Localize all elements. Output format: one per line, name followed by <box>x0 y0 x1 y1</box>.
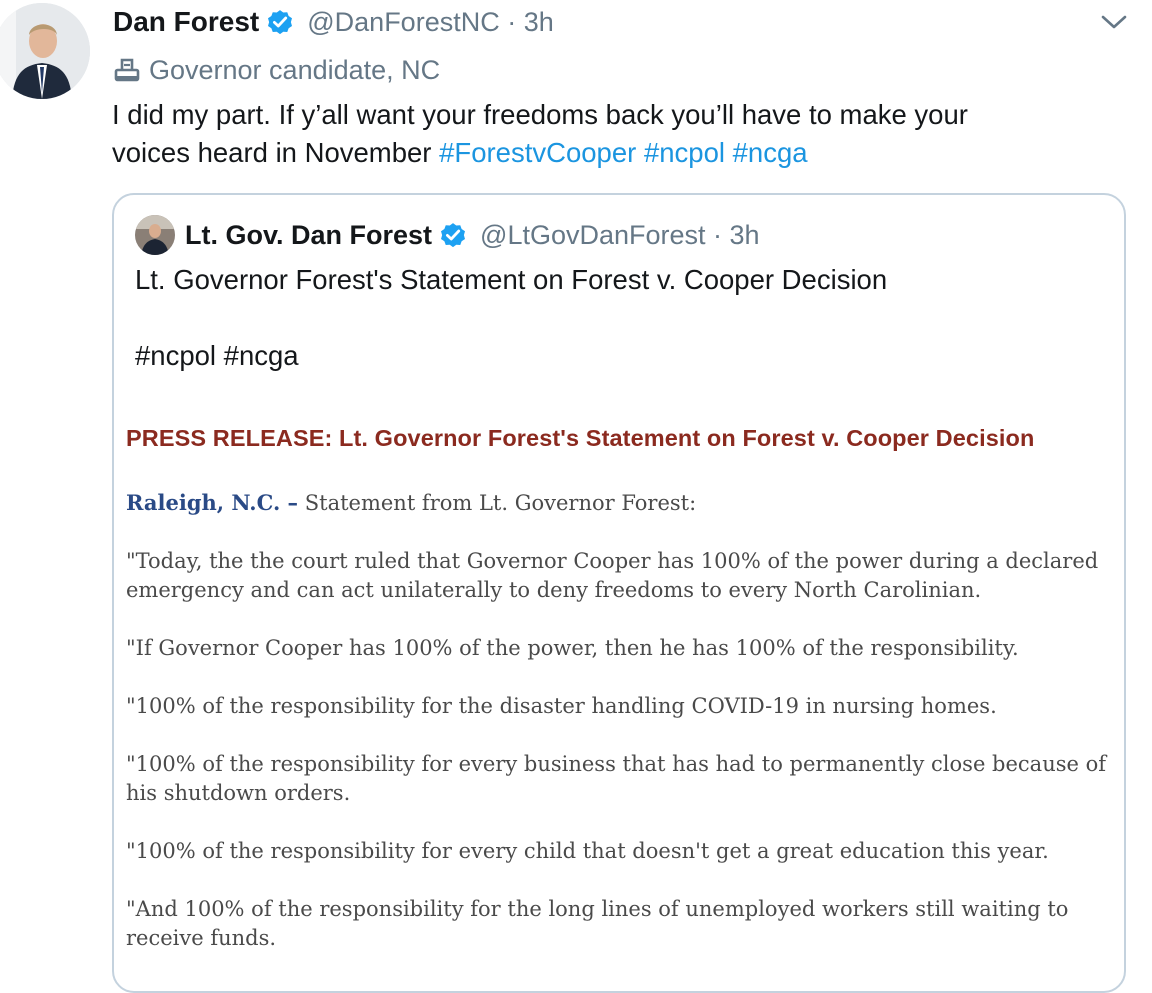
quoted-author-avatar[interactable] <box>135 215 175 255</box>
quoted-author-handle[interactable]: @LtGovDanForest · 3h <box>480 220 760 251</box>
press-release-paragraph: "And 100% of the responsibility for the … <box>126 897 1069 950</box>
author-handle[interactable]: @DanForestNC · 3h <box>307 7 553 38</box>
press-release-paragraph: "100% of the responsibility for every bu… <box>126 752 1107 805</box>
ballot-box-icon <box>113 56 141 84</box>
account-label[interactable]: Governor candidate, NC <box>113 51 440 89</box>
tweet-text: I did my part. If y’all want your freedo… <box>112 96 1122 172</box>
press-release-intro: Statement from Lt. Governor Forest: <box>298 491 697 515</box>
verified-badge-icon <box>265 7 295 37</box>
author-avatar[interactable] <box>0 3 90 99</box>
hashtag-link[interactable]: #ForestvCooper <box>439 137 636 168</box>
quoted-tweet-text: Lt. Governor Forest's Statement on Fores… <box>135 264 888 295</box>
tweet-text-line: I did my part. If y’all want your freedo… <box>112 99 968 130</box>
account-label-text: Governor candidate, NC <box>149 54 441 85</box>
press-release-dateline-line: Raleigh, N.C. – Statement from Lt. Gover… <box>126 488 1120 518</box>
tweet-text-segment: voices heard in November <box>112 137 440 168</box>
chevron-down-icon[interactable] <box>1098 8 1130 36</box>
hashtag-link[interactable]: #ncga <box>733 137 808 168</box>
quoted-author-name[interactable]: Lt. Gov. Dan Forest <box>185 220 432 251</box>
press-release-paragraph: "100% of the responsibility for every ch… <box>126 839 1049 863</box>
quoted-tweet-header: Lt. Gov. Dan Forest @LtGovDanForest · 3h <box>135 215 760 255</box>
press-release-paragraph: "If Governor Cooper has 100% of the powe… <box>126 636 1019 660</box>
press-release-paragraph: "100% of the responsibility for the disa… <box>126 694 997 718</box>
tweet-text-line: voices heard in November #ForestvCooper … <box>112 134 1122 172</box>
press-release-title: PRESS RELEASE: Lt. Governor Forest's Sta… <box>126 425 1035 451</box>
quoted-tweet-hashtags[interactable]: #ncpol #ncga <box>135 340 299 372</box>
hashtag-link[interactable]: #ncpol <box>644 137 725 168</box>
quoted-tweet-card[interactable]: Lt. Gov. Dan Forest @LtGovDanForest · 3h… <box>112 193 1126 993</box>
author-name[interactable]: Dan Forest <box>113 6 259 38</box>
tweet-header: Dan Forest @DanForestNC · 3h <box>113 2 554 42</box>
press-release-paragraph: "Today, the the court ruled that Governo… <box>126 549 1099 602</box>
verified-badge-icon <box>438 220 468 250</box>
press-release-dateline: Raleigh, N.C. – <box>126 490 299 515</box>
